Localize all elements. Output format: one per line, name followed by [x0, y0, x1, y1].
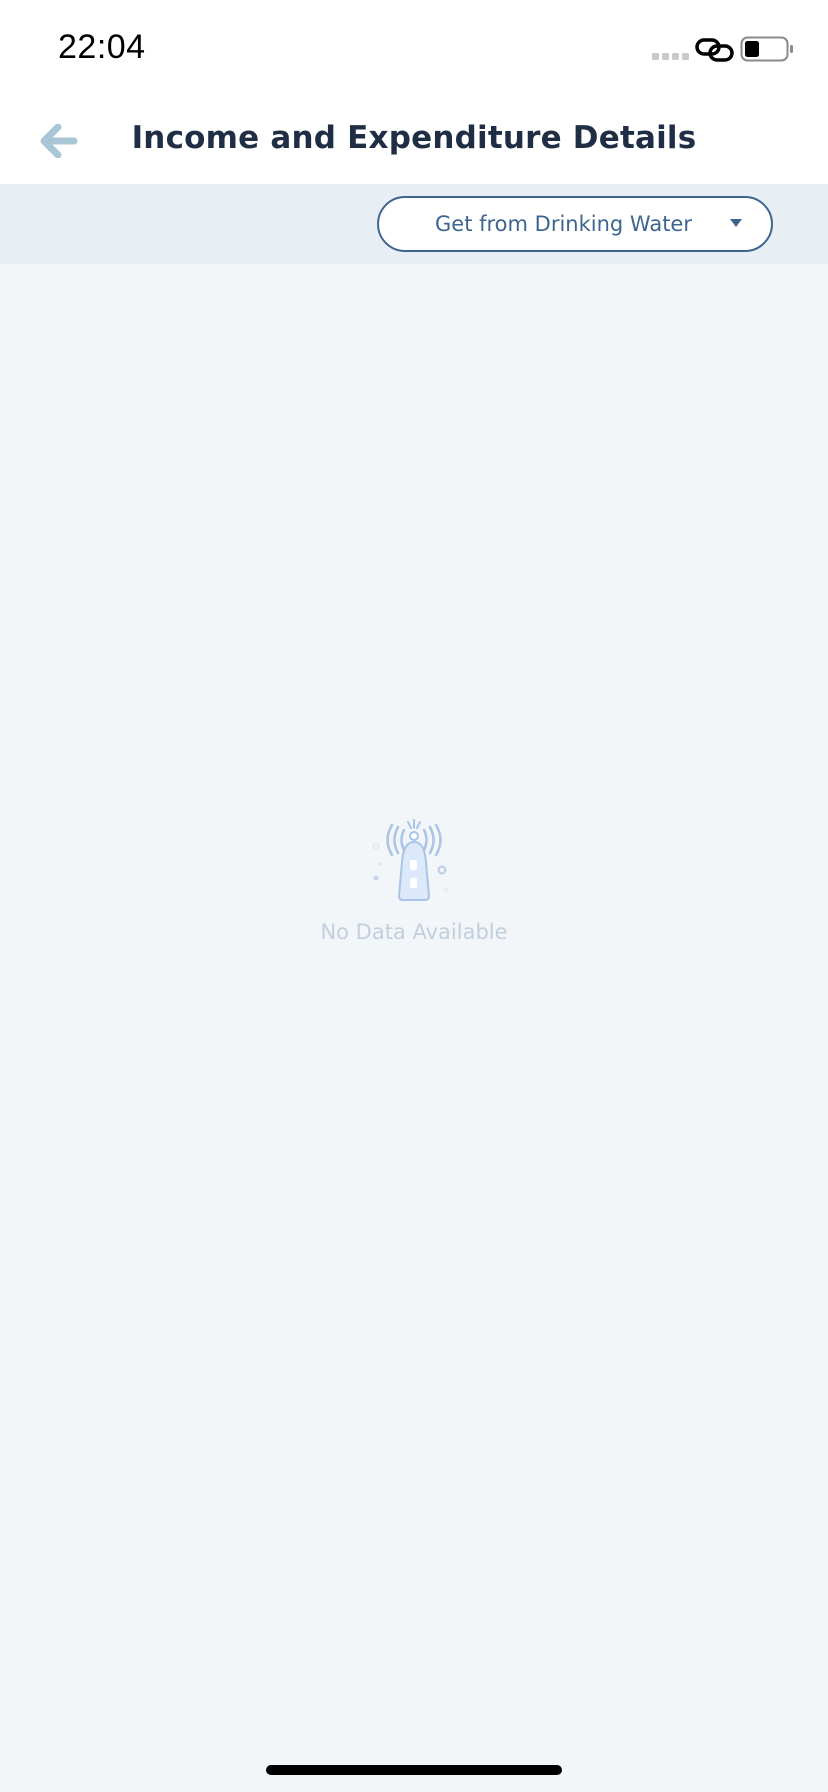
- signal-dots-icon: [652, 53, 689, 60]
- empty-state: No Data Available: [0, 812, 828, 952]
- signal-tower-icon: [372, 819, 449, 901]
- empty-state-message: No Data Available: [320, 920, 508, 944]
- filter-bar: Get from Drinking Water: [0, 184, 828, 264]
- status-bar: 22:04: [0, 0, 828, 96]
- app-screen: 22:04 Income and Expenditure Details Get…: [0, 0, 828, 1792]
- dropdown-selected-label: Get from Drinking Water: [435, 212, 692, 236]
- back-button[interactable]: [34, 116, 84, 166]
- app-header: Income and Expenditure Details: [0, 96, 828, 184]
- back-arrow-icon: [40, 124, 78, 158]
- home-indicator[interactable]: [266, 1765, 562, 1775]
- status-time: 22:04: [58, 28, 146, 66]
- caret-down-icon: [730, 219, 742, 227]
- source-dropdown[interactable]: Get from Drinking Water: [377, 196, 773, 252]
- page-title: Income and Expenditure Details: [131, 120, 697, 156]
- link-icon: [695, 38, 734, 62]
- battery-icon: [740, 36, 793, 62]
